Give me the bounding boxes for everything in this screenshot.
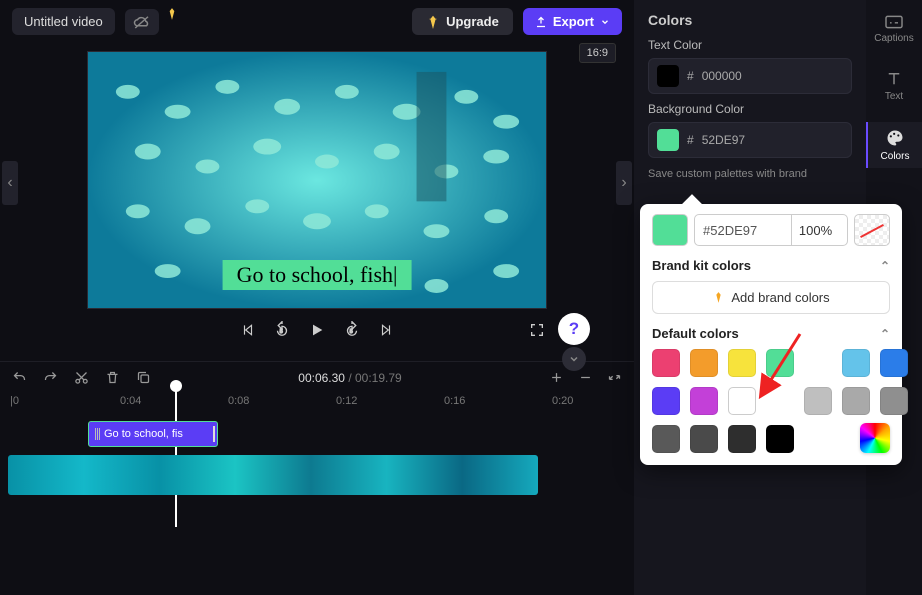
time-display: 00:06.30 / 00:19.79 (298, 371, 401, 385)
bg-color-field[interactable]: # 52DE97 (648, 122, 852, 158)
upgrade-button[interactable]: Upgrade (412, 8, 513, 35)
skip-end-icon[interactable] (379, 323, 393, 337)
duplicate-icon[interactable] (136, 370, 151, 385)
ruler-tick: 0:16 (444, 395, 465, 407)
default-colors-heading: Default colors (652, 326, 739, 341)
redo-icon[interactable] (43, 370, 58, 385)
color-swatch[interactable] (690, 387, 718, 415)
text-clip-label: Go to school, fis (104, 428, 183, 440)
trash-icon[interactable] (105, 370, 120, 385)
svg-text:5: 5 (350, 329, 353, 335)
no-color-swatch[interactable] (854, 214, 890, 246)
color-swatch[interactable] (690, 425, 718, 453)
forward-5-icon[interactable]: 5 (343, 321, 361, 339)
color-swatch[interactable] (652, 349, 680, 377)
color-swatch[interactable] (728, 425, 756, 453)
panel-heading: Colors (648, 12, 852, 28)
add-brand-colors-button[interactable]: Add brand colors (652, 281, 890, 314)
text-color-label: Text Color (648, 38, 852, 52)
play-icon[interactable] (309, 322, 325, 338)
tab-captions[interactable]: Captions (866, 8, 922, 50)
bg-color-hex: 52DE97 (702, 133, 745, 147)
text-color-hex: 000000 (702, 69, 742, 83)
project-title[interactable]: Untitled video (12, 8, 115, 35)
color-swatch[interactable] (766, 349, 794, 377)
fullscreen-icon[interactable] (529, 322, 545, 338)
rewind-5-icon[interactable]: 5 (273, 321, 291, 339)
ruler-tick: 0:08 (228, 395, 249, 407)
diamond-icon (165, 7, 179, 21)
color-swatch[interactable] (880, 387, 908, 415)
color-swatch[interactable] (766, 425, 794, 453)
fit-icon[interactable] (607, 370, 622, 385)
default-color-grid (652, 349, 890, 453)
collapse-chevron[interactable] (562, 347, 586, 371)
add-track-icon[interactable] (549, 370, 564, 385)
current-color-swatch[interactable] (652, 214, 688, 246)
svg-text:5: 5 (280, 329, 283, 335)
cut-icon[interactable] (74, 370, 89, 385)
caption-overlay[interactable]: Go to school, fish (223, 260, 412, 290)
color-swatch[interactable] (880, 349, 908, 377)
brand-kit-heading: Brand kit colors (652, 258, 751, 273)
color-picker-popover: #52DE97 100% Brand kit colors ⌃ Add bran… (640, 204, 902, 465)
color-swatch[interactable] (842, 387, 870, 415)
color-swatch[interactable] (842, 349, 870, 377)
tab-text[interactable]: Text (866, 64, 922, 108)
export-label: Export (553, 14, 594, 29)
ruler-tick: |0 (10, 395, 19, 407)
tab-colors[interactable]: Colors (866, 122, 922, 168)
ruler-tick: 0:04 (120, 395, 141, 407)
opacity-input[interactable]: 100% (791, 215, 839, 245)
brand-tip: Save custom palettes with brand (648, 168, 852, 180)
skip-start-icon[interactable] (241, 323, 255, 337)
prev-chevron[interactable]: ‹ (2, 161, 18, 205)
aspect-ratio-badge[interactable]: 16:9 (579, 43, 616, 63)
bg-color-swatch (657, 129, 679, 151)
preview-canvas[interactable]: Go to school, fish (87, 51, 547, 309)
color-swatch[interactable] (804, 387, 832, 415)
color-swatch[interactable] (728, 349, 756, 377)
upgrade-label: Upgrade (446, 14, 499, 29)
chevron-up-icon[interactable]: ⌃ (880, 327, 890, 341)
video-clip[interactable] (8, 455, 538, 495)
ruler-tick: 0:20 (552, 395, 573, 407)
text-color-field[interactable]: # 000000 (648, 58, 852, 94)
cloud-sync-icon[interactable] (125, 9, 159, 35)
help-button[interactable]: ? (558, 313, 590, 345)
next-chevron[interactable]: › (616, 161, 632, 205)
text-clip[interactable]: Go to school, fis (88, 421, 218, 447)
export-button[interactable]: Export (523, 8, 622, 35)
ruler-tick: 0:12 (336, 395, 357, 407)
chevron-up-icon[interactable]: ⌃ (880, 259, 890, 273)
color-swatch[interactable] (652, 387, 680, 415)
custom-color-picker-button[interactable] (860, 423, 890, 453)
text-color-swatch (657, 65, 679, 87)
color-swatch[interactable] (652, 425, 680, 453)
timeline-ruler[interactable]: |0 0:04 0:08 0:12 0:16 0:20 (0, 393, 634, 415)
timeline-tracks[interactable]: Go to school, fis (0, 415, 634, 439)
color-swatch[interactable] (690, 349, 718, 377)
undo-icon[interactable] (12, 370, 27, 385)
zoom-out-icon[interactable] (578, 370, 593, 385)
color-swatch[interactable] (728, 387, 756, 415)
hex-input[interactable]: #52DE97 (703, 215, 791, 245)
bg-color-label: Background Color (648, 102, 852, 116)
